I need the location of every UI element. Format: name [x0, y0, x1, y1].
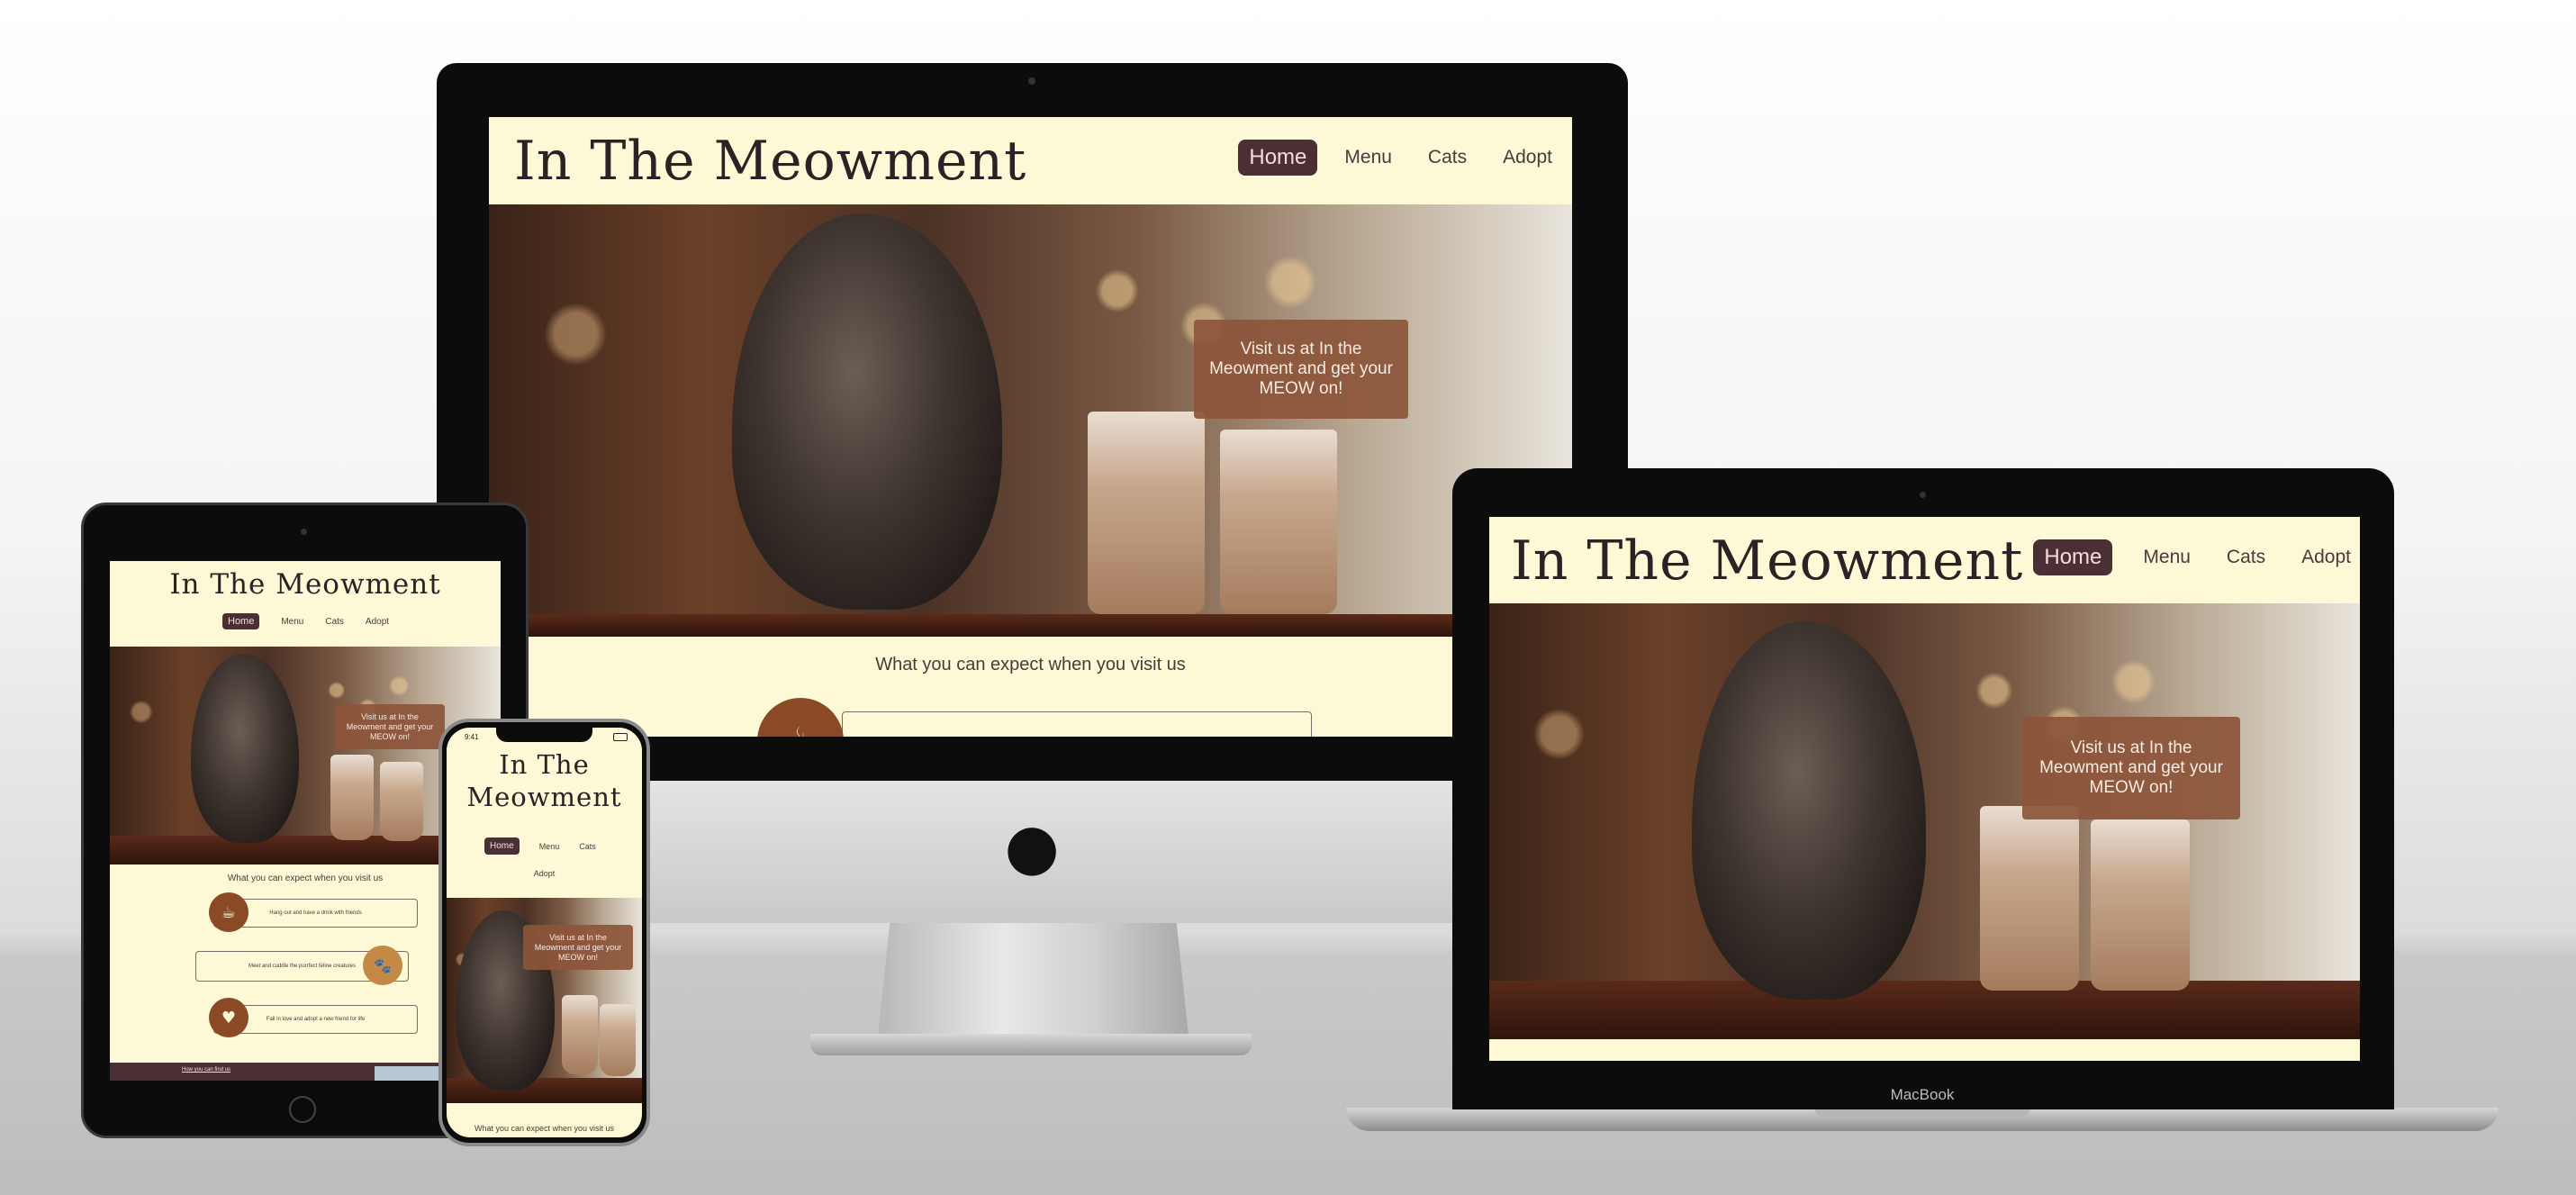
hero-cup-right [2091, 819, 2190, 991]
feature-text-3: Fall in love and adopt a new friend for … [266, 1017, 366, 1022]
expect-heading: What you can expect when you visit us [875, 655, 1186, 674]
hero-cup-left [1980, 806, 2079, 991]
site-header: In The Meowment Home Menu Cats Adopt [489, 117, 1572, 204]
site-logo[interactable]: In The Meowment [514, 130, 1026, 193]
hero-image: Visit us at In the Meowment and get your… [489, 204, 1572, 637]
hero-callout: Visit us at In the Meowment and get your… [523, 925, 633, 970]
hero-cat [191, 654, 299, 843]
nav-cats[interactable]: Cats [2227, 547, 2265, 568]
nav-bar: Home Menu Cats Adopt [2033, 539, 2351, 575]
hero-counter [447, 1078, 642, 1103]
hero-cup-left [1088, 412, 1205, 614]
hero-callout: Visit us at In the Meowment and get your… [335, 704, 445, 749]
hero-cup-left [330, 755, 374, 840]
site-header: In The Meowment Home Menu Cats Adopt [110, 561, 501, 647]
nav-adopt[interactable]: Adopt [1503, 147, 1552, 168]
heart-icon: ♥ [209, 998, 249, 1037]
hero-cup-left [562, 995, 598, 1074]
site-logo-line2[interactable]: Meowment [447, 782, 642, 812]
nav-home[interactable]: Home [222, 613, 260, 629]
hero-counter [1489, 981, 2360, 1039]
hero-callout: Visit us at In the Meowment and get your… [2022, 717, 2240, 819]
hero-cup-right [600, 1004, 636, 1076]
nav-menu[interactable]: Menu [539, 842, 560, 851]
coffee-icon: ☕ [757, 698, 844, 737]
status-bar: 9:41 [447, 728, 642, 747]
battery-icon [613, 733, 628, 741]
ipad-camera [301, 529, 307, 535]
feature-card [842, 711, 1312, 737]
nav-menu[interactable]: Menu [281, 617, 303, 627]
feature-text-2: Meet and cuddle the purrfect feline crea… [248, 964, 357, 969]
notch [496, 728, 592, 742]
nav-bar: Home Menu Cats Adopt [222, 613, 389, 629]
site-logo-line1[interactable]: In The [447, 749, 642, 780]
nav-menu[interactable]: Menu [2143, 547, 2191, 568]
hero-image: Visit us at In the Meowment and get your… [1489, 603, 2360, 1039]
nav-bar: Home Menu Cats [484, 837, 596, 855]
nav-menu[interactable]: Menu [1344, 147, 1392, 168]
imac-camera [1028, 77, 1035, 85]
hero-counter [489, 614, 1572, 637]
nav-home[interactable]: Home [1238, 140, 1318, 176]
site-header: In The Meowment Home Menu Cats Adopt [447, 747, 642, 898]
iphone-screen: 9:41 In The Meowment Home Menu Cats Adop… [447, 728, 642, 1137]
coffee-icon: ☕ [209, 892, 249, 932]
hero-cup-right [1220, 430, 1337, 614]
macbook-camera [1920, 492, 1926, 498]
apple-logo-icon: ● [1004, 810, 1060, 883]
nav-bar: Home Menu Cats Adopt [1238, 140, 1552, 176]
hero-cup-right [380, 762, 423, 841]
status-time: 9:41 [465, 733, 479, 741]
hero-cat [732, 213, 1002, 610]
nav-cats[interactable]: Cats [579, 842, 596, 851]
hero-callout: Visit us at In the Meowment and get your… [1194, 320, 1408, 419]
site-header: In The Meowment Home Menu Cats Adopt [1489, 517, 2360, 603]
site-logo[interactable]: In The Meowment [1511, 530, 2023, 593]
nav-cats[interactable]: Cats [325, 617, 344, 627]
site-logo[interactable]: In The Meowment [110, 568, 501, 601]
imac-stand-neck [878, 919, 1189, 1036]
macbook-label: MacBook [1890, 1086, 1955, 1103]
imac-stand-base [810, 1034, 1252, 1055]
hero-cat [1692, 621, 1926, 1000]
macbook-screen: In The Meowment Home Menu Cats Adopt Vis… [1489, 517, 2360, 1061]
nav-adopt[interactable]: Adopt [447, 869, 642, 878]
nav-adopt[interactable]: Adopt [366, 617, 389, 627]
hero-image: Visit us at In the Meowment and get your… [447, 898, 642, 1103]
paw-icon: 🐾 [363, 946, 402, 985]
nav-cats[interactable]: Cats [1428, 147, 1467, 168]
nav-adopt[interactable]: Adopt [2301, 547, 2351, 568]
footer-link[interactable]: How you can find us [182, 1067, 230, 1073]
feature-text-1: Hang out and have a drink with friends [269, 910, 362, 916]
expect-heading: What you can expect when you visit us [474, 1124, 615, 1133]
ipad-home-button[interactable] [289, 1096, 316, 1123]
nav-home[interactable]: Home [484, 837, 520, 855]
nav-home[interactable]: Home [2033, 539, 2113, 575]
imac-screen: In The Meowment Home Menu Cats Adopt Vis… [489, 117, 1572, 737]
